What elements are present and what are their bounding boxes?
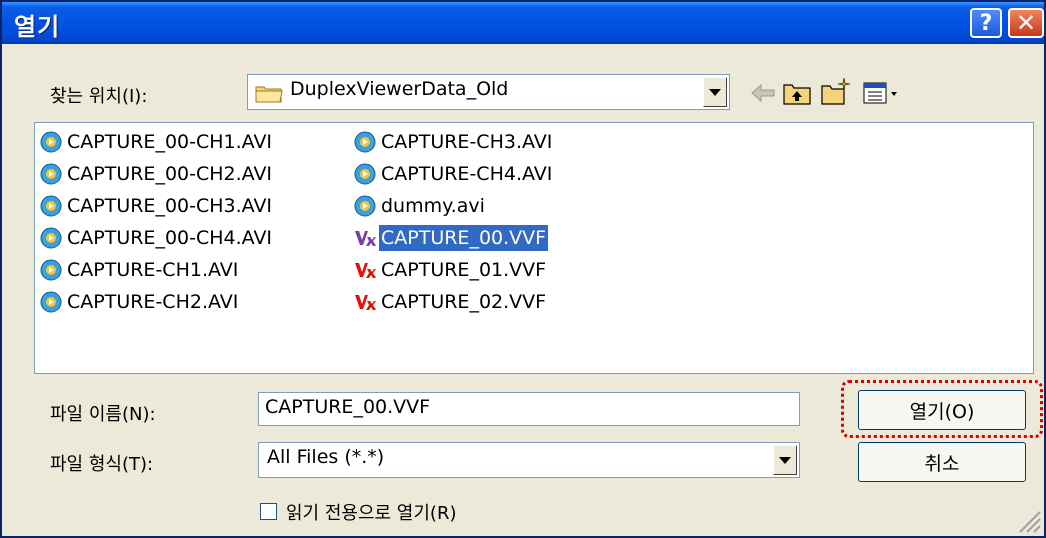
up-folder-icon[interactable] [782,80,812,106]
avi-file-icon [354,163,376,185]
avi-file-icon [40,163,62,185]
back-arrow-icon[interactable] [750,82,776,104]
open-button[interactable]: 열기(O) [858,390,1026,430]
filetype-dropdown-button[interactable] [773,445,797,475]
file-item-selected[interactable]: CAPTURE_00.VVF [353,223,549,253]
filename-label: 파일 이름(N): [50,404,156,425]
avi-file-icon [354,195,376,217]
avi-file-icon [354,131,376,153]
chevron-down-icon [709,88,721,96]
title-bar[interactable]: 열기 ? ✕ [2,2,1044,44]
file-item[interactable]: CAPTURE_02.VVF [353,287,548,317]
file-item[interactable]: CAPTURE_00-CH1.AVI [39,127,274,157]
avi-file-icon [40,131,62,153]
avi-file-icon [40,195,62,217]
avi-file-icon [40,259,62,281]
avi-file-icon [40,291,62,313]
lookin-dropdown[interactable]: DuplexViewerData_Old [247,74,730,110]
lookin-value: DuplexViewerData_Old [290,78,509,100]
new-folder-icon[interactable] [820,76,852,106]
file-item[interactable]: CAPTURE_01.VVF [353,255,548,285]
resize-grip-icon[interactable] [1014,506,1042,534]
file-item[interactable]: CAPTURE_00-CH2.AVI [39,159,274,189]
close-button[interactable]: ✕ [1008,8,1044,38]
folder-icon [255,86,283,103]
vvf-file-icon [355,263,376,278]
lookin-dropdown-button[interactable] [703,77,727,107]
file-item[interactable]: CAPTURE-CH4.AVI [353,159,554,189]
file-list[interactable]: CAPTURE_00-CH1.AVI CAPTURE_00-CH2.AVI CA… [34,122,1034,374]
filename-input[interactable]: CAPTURE_00.VVF [258,392,800,426]
window-title: 열기 [14,13,61,41]
readonly-checkbox[interactable] [260,503,277,520]
vvf-file-icon [355,295,376,310]
file-item[interactable]: CAPTURE-CH1.AVI [39,255,240,285]
avi-file-icon [40,227,62,249]
filetype-dropdown[interactable]: All Files (*.*) [258,442,800,478]
vvf-file-icon [355,231,376,246]
cancel-button[interactable]: 취소 [858,442,1026,482]
open-dialog: 열기 ? ✕ 찾는 위치(I): DuplexViewerData_Old CA… [0,0,1046,538]
filetype-label: 파일 형식(T): [50,454,154,475]
file-item[interactable]: CAPTURE_00-CH4.AVI [39,223,274,253]
file-item[interactable]: CAPTURE-CH3.AVI [353,127,554,157]
chevron-down-icon [779,456,791,464]
lookin-label: 찾는 위치(I): [50,86,148,107]
file-item[interactable]: CAPTURE_00-CH3.AVI [39,191,274,221]
help-button[interactable]: ? [970,8,1002,38]
view-menu-icon[interactable] [862,80,902,106]
file-item[interactable]: dummy.avi [353,191,487,221]
readonly-label[interactable]: 읽기 전용으로 열기(R) [286,499,456,525]
file-item[interactable]: CAPTURE-CH2.AVI [39,287,240,317]
